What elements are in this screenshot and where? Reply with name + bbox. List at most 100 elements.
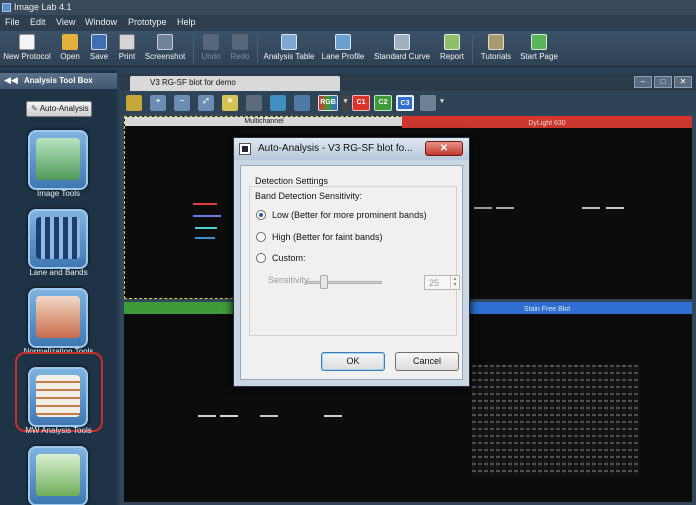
minimize-icon[interactable]: – — [634, 76, 652, 88]
image-toolbar: + − ⤢ ☀ RGB ▾ C1 C2 C3 ▾ — [120, 92, 696, 114]
analysis-toolbox-panel: ◀◀ Analysis Tool Box ✎ Auto-Analysis Imag… — [0, 70, 117, 505]
tutorials-button[interactable]: Tutorials — [477, 33, 515, 66]
band — [198, 415, 216, 417]
channel-2-button[interactable]: C2 — [374, 95, 392, 111]
document-tab[interactable]: V3 RG-SF blot for demo — [130, 76, 340, 91]
layout-dropdown-icon[interactable]: ▾ — [438, 95, 446, 111]
title-bar: Image Lab 4.1 — [0, 0, 696, 15]
section-heading: Detection Settings — [255, 176, 329, 186]
rotate-icon[interactable] — [294, 95, 310, 111]
rgb-channel-button[interactable]: RGB — [318, 95, 338, 111]
auto-analysis-button[interactable]: ✎ Auto-Analysis — [26, 101, 92, 117]
app-icon — [2, 3, 11, 12]
mw-analysis-tools-label: MW Analysis Tools — [25, 426, 92, 435]
band — [324, 415, 342, 417]
custom-radio[interactable] — [256, 253, 266, 263]
lane-and-bands-button[interactable] — [28, 209, 88, 269]
collapse-chevron-icon[interactable]: ◀◀ — [4, 75, 18, 86]
zoom-out-icon[interactable]: − — [174, 95, 190, 111]
undo-button[interactable]: Undo — [198, 33, 224, 66]
floppy-disk-icon — [91, 34, 107, 50]
close-icon[interactable]: ✕ — [674, 76, 692, 88]
channel-dropdown-icon[interactable]: ▾ — [342, 95, 349, 111]
menu-prototype[interactable]: Prototype — [128, 17, 167, 27]
band — [474, 207, 492, 209]
dialog-title-bar: Auto-Analysis - V3 RG-SF blot fo... ✕ — [234, 138, 469, 160]
band — [582, 207, 600, 209]
database-icon — [36, 454, 80, 496]
more-tools-button[interactable] — [28, 446, 88, 505]
main-toolbar: New Protocol Open Save Print Screenshot … — [0, 31, 696, 67]
screenshot-button[interactable]: Screenshot — [143, 33, 187, 66]
zoom-in-icon[interactable]: + — [150, 95, 166, 111]
standard-curve-button[interactable]: Standard Curve — [372, 33, 432, 66]
save-button[interactable]: Save — [87, 33, 111, 66]
book-icon — [488, 34, 504, 50]
sensitivity-slider-track[interactable] — [305, 281, 382, 284]
open-button[interactable]: Open — [57, 33, 83, 66]
start-page-button[interactable]: Start Page — [518, 33, 560, 66]
table-icon — [281, 34, 297, 50]
channel-3-button[interactable]: C3 — [396, 95, 414, 111]
mw-analysis-tools-button[interactable] — [28, 367, 88, 427]
menu-file[interactable]: File — [5, 17, 20, 27]
window-controls: – □ ✕ — [632, 76, 692, 88]
auto-analysis-dialog: Auto-Analysis - V3 RG-SF blot fo... ✕ De… — [233, 137, 470, 387]
menu-edit[interactable]: Edit — [30, 17, 46, 27]
sensitivity-heading: Band Detection Sensitivity: — [255, 191, 363, 201]
low-option-label[interactable]: Low (Better for more prominent bands) — [272, 210, 427, 220]
band — [220, 415, 238, 417]
crop-icon[interactable] — [246, 95, 262, 111]
brightness-icon[interactable]: ☀ — [222, 95, 238, 111]
report-button[interactable]: Report — [437, 33, 467, 66]
redo-button[interactable]: Redo — [227, 33, 253, 66]
lanes-icon — [36, 217, 80, 259]
lane-profile-button[interactable]: Lane Profile — [320, 33, 366, 66]
band — [195, 227, 217, 229]
ok-button[interactable]: OK — [321, 352, 385, 371]
low-radio[interactable] — [256, 210, 266, 220]
panel-title: Multichannel — [125, 117, 403, 126]
fit-to-window-icon[interactable]: ⤢ — [198, 95, 214, 111]
analysis-table-button[interactable]: Analysis Table — [262, 33, 316, 66]
high-radio[interactable] — [256, 232, 266, 242]
image-settings-icon[interactable] — [126, 95, 142, 111]
image-tools-icon — [36, 138, 80, 180]
toolbox-title: Analysis Tool Box — [24, 76, 93, 85]
normalization-tools-button[interactable] — [28, 288, 88, 348]
band — [260, 415, 278, 417]
new-document-icon — [19, 34, 35, 50]
dialog-title: Auto-Analysis - V3 RG-SF blot fo... — [258, 143, 413, 154]
menu-window[interactable]: Window — [85, 17, 117, 27]
band — [193, 215, 221, 217]
channel-1-button[interactable]: C1 — [352, 95, 370, 111]
redo-icon — [232, 34, 248, 50]
start-page-icon — [531, 34, 547, 50]
printer-icon — [119, 34, 135, 50]
menu-bar: File Edit View Window Prototype Help — [0, 15, 696, 31]
spin-arrows-icon[interactable]: ▲ ▼ — [450, 276, 459, 289]
toolbar-separator — [472, 35, 473, 63]
layout-grid-icon[interactable] — [420, 95, 436, 111]
image-tools-button[interactable] — [28, 130, 88, 190]
high-option-label[interactable]: High (Better for faint bands) — [272, 232, 383, 242]
dialog-app-icon — [239, 143, 251, 155]
balance-scale-icon — [36, 296, 80, 338]
menu-help[interactable]: Help — [177, 17, 196, 27]
sensitivity-slider-thumb[interactable] — [320, 275, 329, 289]
undo-icon — [203, 34, 219, 50]
app-title: Image Lab 4.1 — [14, 2, 72, 12]
flip-icon[interactable] — [270, 95, 286, 111]
new-protocol-button[interactable]: New Protocol — [3, 33, 51, 66]
sensitivity-spinbox[interactable]: 25 ▲ ▼ — [424, 275, 460, 290]
maximize-icon[interactable]: □ — [654, 76, 672, 88]
band — [606, 207, 624, 209]
print-button[interactable]: Print — [114, 33, 140, 66]
band — [193, 203, 217, 205]
menu-view[interactable]: View — [56, 17, 75, 27]
band — [496, 207, 514, 209]
toolbox-header: ◀◀ Analysis Tool Box — [0, 73, 117, 89]
dialog-close-button[interactable]: ✕ — [425, 141, 463, 156]
cancel-button[interactable]: Cancel — [395, 352, 459, 371]
custom-option-label[interactable]: Custom: — [272, 253, 306, 263]
